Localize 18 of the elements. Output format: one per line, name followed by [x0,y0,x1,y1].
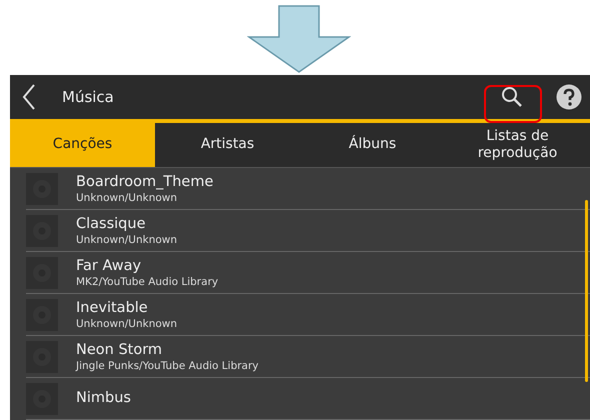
song-title[interactable]: Neon Storm [76,340,259,360]
song-artist: Unknown/Unknown [76,234,178,246]
song-artist: Unknown/Unknown [76,192,178,204]
song-title[interactable]: Far Away [76,256,218,276]
song-title[interactable]: Nimbus [76,389,131,408]
song-title[interactable]: Inevitable [76,298,178,318]
help-icon[interactable] [556,84,582,110]
song-title[interactable]: Classique [76,214,178,234]
back-icon[interactable] [22,84,36,110]
scrollbar[interactable] [585,200,588,382]
down-arrow-icon [247,5,351,73]
tab[interactable]: Canções [10,123,155,167]
song-artist: MK2/YouTube Audio Library [76,276,218,288]
screen-title: Música [62,88,114,106]
song-artist: Unknown/Unknown [76,318,178,330]
song-title[interactable]: Boardroom_Theme [76,172,214,192]
song-artist: Jingle Punks/YouTube Audio Library [76,360,259,372]
search-icon[interactable] [501,86,523,108]
